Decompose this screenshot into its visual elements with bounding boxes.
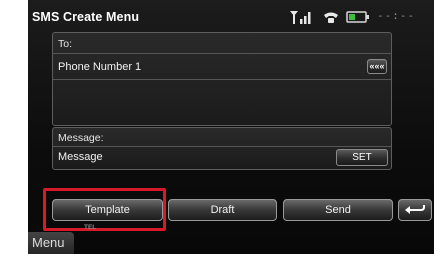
title-bar: SMS Create Menu --:-- — [28, 0, 434, 34]
sms-screen: SMS Create Menu --:-- To: Phone Number 1… — [28, 0, 434, 254]
return-button[interactable] — [398, 199, 432, 221]
page-title: SMS Create Menu — [32, 10, 140, 24]
message-panel: Message: Message SET — [52, 127, 392, 170]
recipient-panel: To: Phone Number 1 ««« — [52, 32, 392, 126]
set-button[interactable]: SET — [336, 149, 388, 166]
clock-display: --:-- — [377, 9, 416, 22]
phone-handset-icon — [324, 12, 338, 23]
signal-antenna-icon — [290, 11, 311, 24]
template-highlight-box — [43, 188, 166, 231]
message-label: Message: — [58, 132, 104, 144]
recipient-label: To: — [58, 38, 73, 50]
tel-label: TEL — [84, 224, 97, 231]
send-button[interactable]: Send — [283, 199, 393, 221]
return-arrow-icon — [405, 205, 425, 214]
message-field[interactable]: Message — [58, 151, 103, 163]
divider — [53, 146, 391, 147]
draft-button[interactable]: Draft — [168, 199, 277, 221]
battery-icon — [346, 11, 369, 23]
divider — [53, 53, 391, 54]
menu-button[interactable]: Menu — [28, 232, 74, 254]
recipient-back-button[interactable]: ««« — [367, 59, 387, 74]
recipient-field[interactable]: Phone Number 1 — [58, 61, 141, 73]
divider — [53, 79, 391, 80]
